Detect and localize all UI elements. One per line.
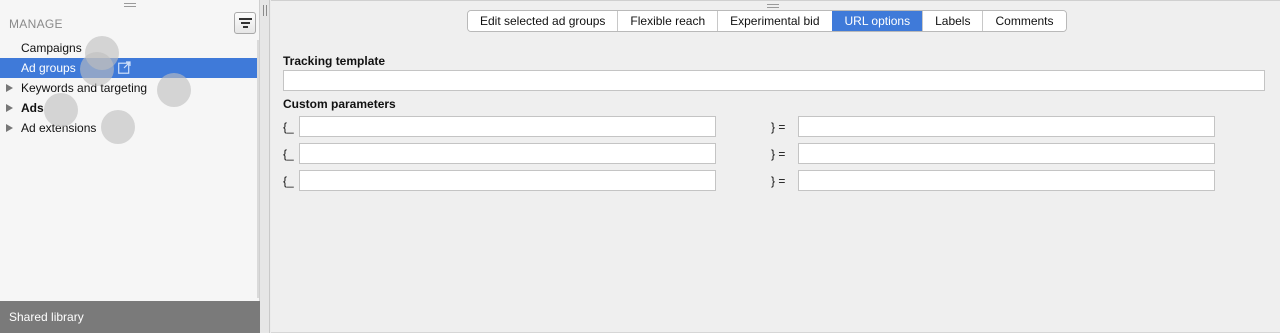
click-indicator: [101, 110, 135, 144]
tab-comments[interactable]: Comments: [982, 11, 1066, 31]
tree-item-label: Ad groups: [21, 61, 76, 75]
main-panel: Edit selected ad groups Flexible reach E…: [271, 0, 1280, 333]
custom-parameters-label: Custom parameters: [283, 97, 396, 111]
manage-header: MANAGE: [9, 17, 63, 31]
expand-arrow-icon[interactable]: [6, 104, 13, 112]
tree-item-label: Keywords and targeting: [21, 81, 148, 95]
filter-button[interactable]: [234, 12, 256, 34]
tree-item-ad-groups[interactable]: Ad groups: [0, 58, 259, 78]
filter-icon: [238, 18, 252, 20]
tab-flexible-reach[interactable]: Flexible reach: [617, 11, 718, 31]
expand-arrow-icon[interactable]: [6, 124, 13, 132]
custom-parameter-row: {_ } =: [283, 170, 1215, 191]
external-link-icon[interactable]: [118, 61, 131, 74]
tracking-template-input[interactable]: [283, 70, 1265, 91]
tree-item-label: Campaigns: [21, 41, 82, 55]
click-indicator: [44, 93, 78, 127]
param-prefix: {_: [283, 120, 294, 134]
param-key-input[interactable]: [299, 116, 716, 137]
tab-edit-selected-ad-groups[interactable]: Edit selected ad groups: [468, 11, 618, 31]
expand-arrow-icon[interactable]: [6, 84, 13, 92]
tree-item-keywords-and-targeting[interactable]: Keywords and targeting: [0, 78, 259, 98]
param-value-input[interactable]: [798, 170, 1215, 191]
param-value-input[interactable]: [798, 116, 1215, 137]
main-resize-grip[interactable]: [767, 4, 779, 8]
tab-bar: Edit selected ad groups Flexible reach E…: [467, 10, 1067, 32]
tracking-template-label: Tracking template: [283, 54, 386, 68]
pane-splitter[interactable]: [260, 0, 270, 333]
param-prefix: {_: [283, 147, 294, 161]
splitter-grip[interactable]: [263, 5, 267, 16]
tab-experimental-bid[interactable]: Experimental bid: [717, 11, 832, 31]
custom-parameter-row: {_ } =: [283, 143, 1215, 164]
param-key-input[interactable]: [299, 170, 716, 191]
click-indicator: [80, 52, 114, 86]
param-suffix: } =: [771, 120, 786, 134]
custom-parameter-row: {_ } =: [283, 116, 1215, 137]
param-key-input[interactable]: [299, 143, 716, 164]
tab-url-options[interactable]: URL options: [831, 11, 923, 31]
tree-item-label: Ads: [21, 101, 44, 115]
tree-item-campaigns[interactable]: Campaigns: [0, 38, 259, 58]
click-indicator: [157, 73, 191, 107]
sidebar: MANAGE Campaigns Ad groups Keywords and …: [0, 0, 260, 333]
shared-library-button[interactable]: Shared library: [0, 301, 260, 333]
app-window: MANAGE Campaigns Ad groups Keywords and …: [0, 0, 1280, 333]
param-suffix: } =: [771, 147, 786, 161]
sidebar-scrollbar[interactable]: [257, 40, 259, 298]
param-suffix: } =: [771, 174, 786, 188]
tab-labels[interactable]: Labels: [922, 11, 983, 31]
param-prefix: {_: [283, 174, 294, 188]
sidebar-resize-grip[interactable]: [124, 3, 136, 7]
param-value-input[interactable]: [798, 143, 1215, 164]
